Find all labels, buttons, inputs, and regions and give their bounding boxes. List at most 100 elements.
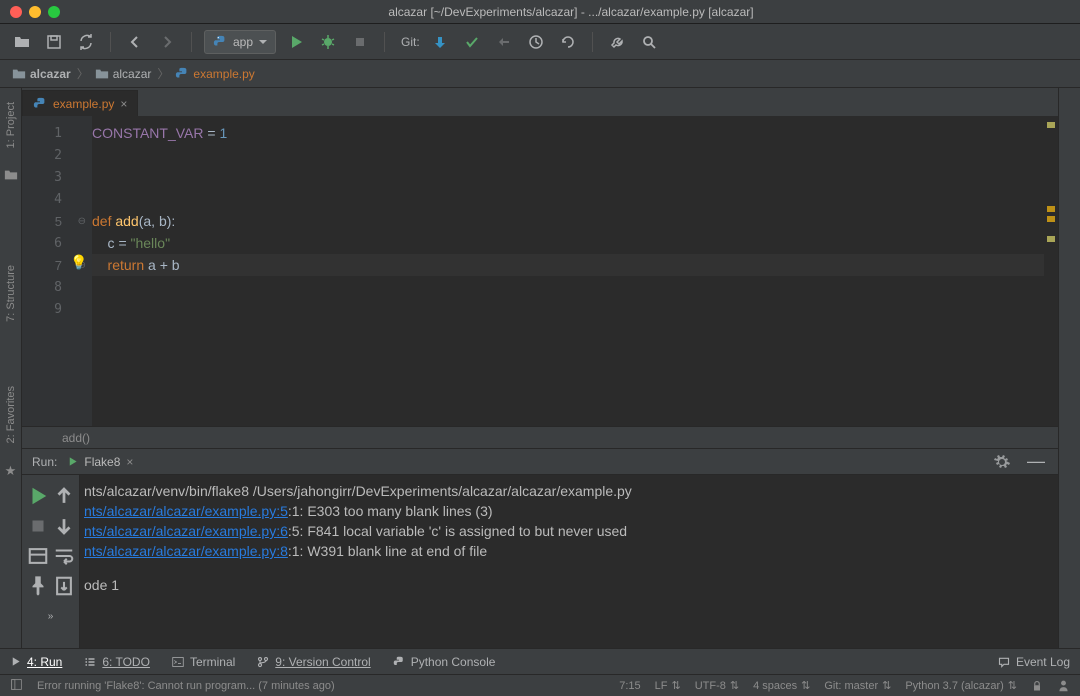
interpreter[interactable]: Python 3.7 (alcazar) ⇅ bbox=[905, 679, 1017, 692]
code-token: (a, b): bbox=[139, 213, 176, 229]
terminal-tool-button[interactable]: Terminal bbox=[172, 655, 235, 669]
warning-marker[interactable] bbox=[1047, 236, 1055, 242]
line-number: 9 bbox=[22, 298, 92, 320]
git-history-icon[interactable] bbox=[524, 30, 548, 54]
down-icon[interactable] bbox=[53, 515, 75, 537]
search-icon[interactable] bbox=[637, 30, 661, 54]
intention-bulb-icon[interactable]: 💡 bbox=[70, 254, 87, 271]
back-icon[interactable] bbox=[123, 30, 147, 54]
terminal-icon bbox=[172, 656, 184, 668]
close-dot[interactable] bbox=[10, 6, 22, 18]
run-panel: Run: Flake8 × — bbox=[22, 448, 1058, 648]
stop-button bbox=[348, 30, 372, 54]
forward-icon bbox=[155, 30, 179, 54]
right-tool-rail bbox=[1058, 88, 1080, 648]
encoding[interactable]: UTF-8 ⇅ bbox=[695, 679, 739, 692]
breadcrumb-folder[interactable]: alcazar bbox=[95, 67, 152, 81]
folder-icon[interactable] bbox=[4, 168, 18, 182]
more-icon[interactable]: » bbox=[40, 605, 62, 627]
error-stripe[interactable] bbox=[1044, 116, 1058, 426]
run-tool-button[interactable]: 4: Run bbox=[10, 655, 62, 669]
zoom-dot[interactable] bbox=[48, 6, 60, 18]
breadcrumb-file[interactable]: example.py bbox=[175, 67, 254, 81]
star-icon[interactable]: ★ bbox=[5, 463, 17, 479]
tab-filename: example.py bbox=[53, 97, 114, 111]
line-ending[interactable]: LF ⇅ bbox=[655, 679, 681, 692]
softwrap-icon[interactable] bbox=[53, 545, 75, 567]
status-bar: Error running 'Flake8': Cannot run progr… bbox=[0, 674, 1080, 696]
up-icon[interactable] bbox=[53, 485, 75, 507]
python-console-button[interactable]: Python Console bbox=[393, 655, 496, 669]
code-area[interactable]: CONSTANT_VAR = 1 def add(a, b): c = "hel… bbox=[92, 116, 1044, 426]
git-update-icon[interactable] bbox=[428, 30, 452, 54]
run-config-selector[interactable]: app bbox=[204, 30, 276, 54]
python-icon bbox=[175, 67, 189, 81]
status-message[interactable]: Error running 'Flake8': Cannot run progr… bbox=[37, 680, 335, 692]
git-rollback-icon[interactable] bbox=[556, 30, 580, 54]
python-icon bbox=[33, 97, 47, 111]
gutter: 1 2 3 4 5⊖ 6 7⊖ 8 9 bbox=[22, 116, 92, 426]
run-label: Run: bbox=[32, 455, 57, 469]
chevron-down-icon bbox=[259, 38, 267, 46]
code-token: a + b bbox=[148, 257, 180, 273]
layout-icon[interactable] bbox=[27, 545, 49, 567]
minimize-dot[interactable] bbox=[29, 6, 41, 18]
code-token: 1 bbox=[219, 125, 227, 141]
gear-icon[interactable] bbox=[990, 450, 1014, 474]
caret-position[interactable]: 7:15 bbox=[619, 680, 640, 692]
bubble-icon bbox=[998, 656, 1010, 668]
hide-icon[interactable]: — bbox=[1024, 450, 1048, 474]
fold-icon[interactable]: ⊖ bbox=[78, 216, 86, 227]
open-icon[interactable] bbox=[10, 30, 34, 54]
output-line: nts/alcazar/venv/bin/flake8 /Users/jahon… bbox=[84, 483, 1054, 503]
sync-icon[interactable] bbox=[74, 30, 98, 54]
editor-tab[interactable]: example.py × bbox=[22, 90, 138, 116]
bottom-toolbar: 4: Run 6: TODO Terminal 9: Version Contr… bbox=[0, 648, 1080, 674]
indent[interactable]: 4 spaces ⇅ bbox=[753, 679, 810, 692]
hector-icon[interactable] bbox=[1057, 679, 1070, 692]
rerun-icon[interactable] bbox=[27, 485, 49, 507]
run-tab[interactable]: Flake8 × bbox=[67, 455, 133, 469]
run-config-name: app bbox=[233, 35, 253, 49]
line-number: 4 bbox=[22, 188, 92, 210]
warning-marker[interactable] bbox=[1047, 122, 1055, 128]
output-text: :1: E303 too many blank lines (3) bbox=[288, 503, 493, 519]
favorites-tool[interactable]: 2: Favorites bbox=[5, 380, 17, 449]
output-text: :1: W391 blank line at end of file bbox=[288, 543, 487, 559]
code-editor[interactable]: 1 2 3 4 5⊖ 6 7⊖ 8 9 CONSTANT_VAR = 1 def… bbox=[22, 116, 1058, 426]
scroll-icon[interactable] bbox=[53, 575, 75, 597]
settings-icon[interactable] bbox=[605, 30, 629, 54]
run-button[interactable] bbox=[284, 30, 308, 54]
todo-tool-button[interactable]: 6: TODO bbox=[84, 655, 150, 669]
event-log-button[interactable]: Event Log bbox=[998, 655, 1070, 669]
debug-button[interactable] bbox=[316, 30, 340, 54]
output-text: :5: F841 local variable 'c' is assigned … bbox=[288, 523, 627, 539]
warning-marker[interactable] bbox=[1047, 216, 1055, 222]
code-token: def bbox=[92, 213, 115, 229]
toggle-toolwindows-icon[interactable] bbox=[10, 678, 23, 694]
breadcrumb-label: example.py bbox=[193, 67, 254, 81]
git-label: Git: bbox=[401, 35, 420, 49]
code-token: c = bbox=[92, 235, 131, 251]
file-link[interactable]: nts/alcazar/alcazar/example.py:8 bbox=[84, 543, 288, 559]
save-icon[interactable] bbox=[42, 30, 66, 54]
lock-icon[interactable] bbox=[1031, 680, 1043, 692]
vcs-tool-button[interactable]: 9: Version Control bbox=[257, 655, 370, 669]
project-tool[interactable]: 1: Project bbox=[5, 96, 17, 154]
close-tab-icon[interactable]: × bbox=[120, 97, 127, 111]
stop-icon bbox=[27, 515, 49, 537]
warning-marker[interactable] bbox=[1047, 206, 1055, 212]
window-controls bbox=[10, 6, 60, 18]
git-branch[interactable]: Git: master ⇅ bbox=[824, 679, 891, 692]
file-link[interactable]: nts/alcazar/alcazar/example.py:5 bbox=[84, 503, 288, 519]
file-link[interactable]: nts/alcazar/alcazar/example.py:6 bbox=[84, 523, 288, 539]
run-output[interactable]: nts/alcazar/venv/bin/flake8 /Users/jahon… bbox=[80, 475, 1058, 648]
breadcrumb-root[interactable]: alcazar bbox=[12, 67, 71, 81]
git-commit-icon[interactable] bbox=[460, 30, 484, 54]
tool-label: Terminal bbox=[190, 655, 235, 669]
structure-tool[interactable]: 7: Structure bbox=[5, 259, 17, 328]
code-breadcrumb[interactable]: add() bbox=[22, 426, 1058, 448]
close-icon[interactable]: × bbox=[126, 455, 133, 469]
breadcrumb: alcazar 〉 alcazar 〉 example.py bbox=[0, 60, 1080, 88]
pin-icon[interactable] bbox=[27, 575, 49, 597]
